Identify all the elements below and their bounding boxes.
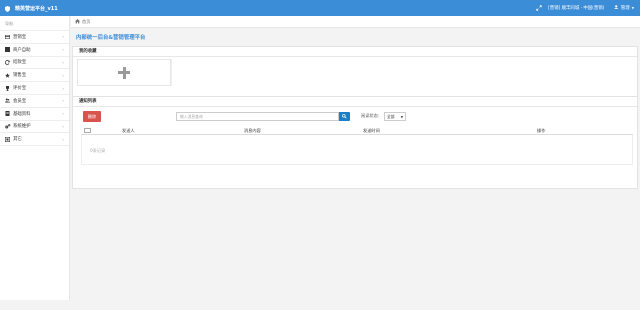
sidebar-item-label: 会员宝 — [13, 98, 27, 104]
search-button[interactable] — [339, 112, 350, 121]
plus-icon — [118, 66, 130, 79]
empty-records-text: 0条记录 — [90, 148, 106, 153]
sidebar-item-member[interactable]: 会员宝 › — [0, 95, 69, 108]
sidebar-item-settlement[interactable]: 结款宝 › — [0, 57, 69, 70]
caret-down-icon: ▼ — [631, 6, 634, 10]
column-header: 消息内容 — [244, 128, 261, 133]
sidebar-item-other[interactable]: 其它 › — [0, 133, 69, 147]
chevron-right-icon: › — [62, 98, 64, 104]
chevron-right-icon: › — [62, 34, 64, 40]
sidebar-item-label: 基础资料 — [13, 111, 31, 117]
sidebar-item-label: 评价宝 — [13, 86, 27, 92]
breadcrumb-home[interactable]: 首页 — [82, 19, 90, 25]
shield-logo-icon — [5, 5, 10, 12]
read-status-label: 阅读状态: — [361, 113, 380, 118]
cogs-icon — [5, 124, 11, 129]
sidebar-item-label: 营销宝 — [13, 34, 27, 40]
sidebar-item-merchant[interactable]: 商户自助 › — [0, 44, 69, 57]
read-status-select[interactable]: 全部 ▼ — [384, 112, 406, 121]
sidebar-item-yingxiaobao[interactable]: 营销宝 › — [0, 31, 69, 44]
notice-table: 发送人 消息内容 发送时间 操作 0条记录 — [81, 127, 633, 165]
sidebar-item-sales[interactable]: 销售宝 › — [0, 69, 69, 83]
read-status-value: 全部 — [387, 113, 395, 119]
home-icon — [75, 19, 80, 24]
sidebar-item-label: 销售宝 — [13, 73, 27, 79]
app-title: 精英营运平台_v11 — [15, 5, 58, 12]
notice-toolbar: 删除 阅读状态: 全部 ▼ — [73, 111, 637, 123]
fullscreen-icon[interactable] — [532, 0, 546, 16]
top-navbar: 精英营运平台_v11 [营销] 顺丰同城 · 中国(营销) 管理 ▼ — [0, 0, 640, 16]
chevron-right-icon: › — [62, 85, 64, 91]
chevron-right-icon: › — [62, 72, 64, 78]
favorites-heading: 我的收藏 — [73, 47, 637, 57]
sidebar-heading: 导航 — [0, 16, 69, 31]
trophy-icon — [5, 85, 11, 91]
sidebar-item-label: 结款宝 — [13, 60, 27, 66]
notice-heading: 通知列表 — [73, 97, 637, 107]
user-icon — [614, 4, 619, 12]
page-title: 内部统一后台&营销管理平台 — [76, 35, 146, 41]
column-header: 操作 — [537, 128, 546, 133]
sidebar: 导航 营销宝 › 商户自助 › 结款宝 › 销售宝 › 评价宝 › 会员宝 › … — [0, 16, 70, 300]
divider — [171, 59, 172, 86]
sidebar-item-label: 商户自助 — [13, 47, 31, 53]
store-icon — [5, 47, 11, 53]
sidebar-item-basic-data[interactable]: 基础资料 › — [0, 108, 69, 121]
add-favorite-button[interactable] — [77, 59, 171, 86]
user-menu[interactable]: 管理 ▼ — [614, 4, 634, 12]
breadcrumb: 首页 — [71, 16, 640, 28]
main-content: 首页 内部统一后台&营销管理平台 我的收藏 通知列表 删除 阅读状态: 全部 ▼ — [71, 16, 640, 300]
caret-down-icon: ▼ — [400, 114, 403, 119]
user-name: 管理 — [620, 6, 630, 11]
file-icon — [5, 111, 11, 117]
refresh-icon — [5, 60, 11, 65]
chevron-right-icon: › — [62, 136, 64, 142]
column-header: 发送时间 — [363, 128, 380, 133]
users-icon — [5, 98, 11, 103]
sidebar-item-label: 系统维护 — [13, 124, 31, 130]
sidebar-item-system[interactable]: 系统维护 › — [0, 121, 69, 134]
chevron-right-icon: › — [62, 111, 64, 117]
sidebar-item-label: 其它 — [13, 137, 22, 143]
select-all-checkbox[interactable] — [84, 128, 91, 133]
chevron-right-icon: › — [62, 59, 64, 65]
column-header: 发送人 — [122, 128, 135, 133]
table-header: 发送人 消息内容 发送时间 操作 — [81, 127, 633, 135]
star-icon — [5, 72, 11, 78]
square-icon — [5, 136, 11, 142]
notice-panel: 通知列表 删除 阅读状态: 全部 ▼ 发送人 消息内容 发送时间 操作 0条记录 — [72, 96, 638, 189]
search-icon — [342, 114, 347, 119]
footer-area — [0, 300, 640, 310]
sidebar-item-review[interactable]: 评价宝 › — [0, 82, 69, 95]
wallet-icon — [5, 34, 11, 39]
delete-button[interactable]: 删除 — [83, 111, 101, 122]
chevron-right-icon: › — [62, 123, 64, 129]
org-selector[interactable]: [营销] 顺丰同城 · 中国(营销) — [548, 5, 604, 11]
search-input[interactable] — [176, 112, 339, 121]
table-body: 0条记录 — [81, 135, 633, 165]
chevron-right-icon: › — [62, 47, 64, 53]
brand[interactable]: 精英营运平台_v11 — [0, 0, 70, 16]
